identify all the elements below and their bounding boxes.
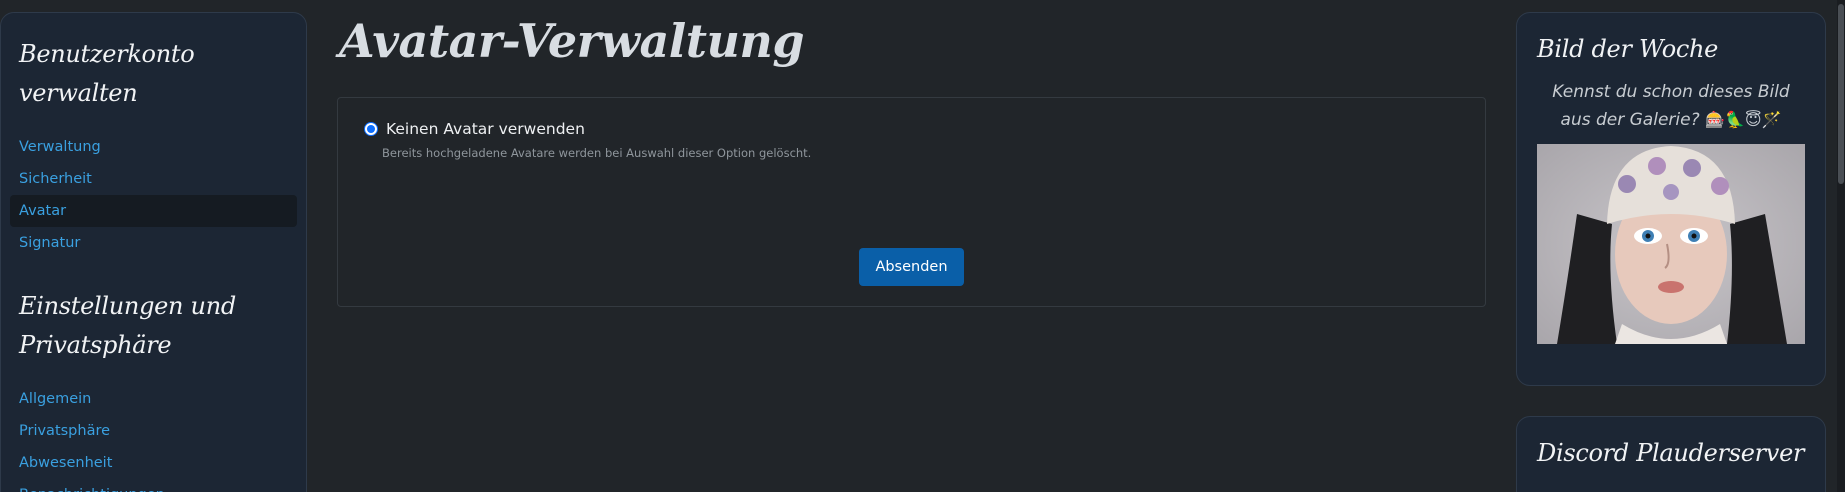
no-avatar-option: Keinen Avatar verwenden [364, 120, 585, 138]
sidebar-heading-settings: Einstellungen und Privatsphäre [19, 292, 236, 359]
sidebar-item-benachrichtigungen[interactable]: Benachrichtigungen [10, 479, 297, 492]
girl-portrait-icon [1537, 144, 1805, 344]
discord-heading: Discord Plauderserver [1537, 439, 1805, 467]
discord-panel: Discord Plauderserver [1516, 416, 1826, 492]
picture-of-week-panel: Bild der Woche Kennst du schon dieses Bi… [1516, 12, 1826, 386]
settings-menu: Allgemein Privatsphäre Abwesenheit Benac… [1, 383, 306, 492]
gallery-picture[interactable] [1537, 144, 1805, 344]
emoji-icons: 🎰🦜😇🪄 [1705, 110, 1782, 129]
no-avatar-radio[interactable] [364, 122, 378, 136]
sidebar-item-avatar[interactable]: Avatar [10, 195, 297, 227]
page-scrollbar[interactable] [1837, 0, 1845, 492]
main-content: Avatar-Verwaltung Keinen Avatar verwende… [337, 0, 1487, 307]
account-menu: Verwaltung Sicherheit Avatar Signatur [1, 131, 306, 259]
picture-of-week-heading: Bild der Woche [1537, 35, 1719, 63]
sidebar-heading-account: Benutzerkonto verwalten [19, 40, 195, 107]
scrollbar-thumb[interactable] [1838, 4, 1844, 184]
sidebar-item-signatur[interactable]: Signatur [10, 227, 297, 259]
no-avatar-label[interactable]: Keinen Avatar verwenden [386, 120, 585, 138]
page-title: Avatar-Verwaltung [339, 14, 805, 68]
submit-button[interactable]: Absenden [859, 248, 964, 286]
sidebar-item-abwesenheit[interactable]: Abwesenheit [10, 447, 297, 479]
sidebar-item-privatsphaere[interactable]: Privatsphäre [10, 415, 297, 447]
sidebar-item-allgemein[interactable]: Allgemein [10, 383, 297, 415]
account-sidebar: Benutzerkonto verwalten Verwaltung Siche… [0, 12, 307, 492]
picture-of-week-text: Kennst du schon dieses Bild aus der Gale… [1537, 79, 1805, 134]
avatar-form-card: Keinen Avatar verwenden Bereits hochgela… [337, 97, 1486, 307]
no-avatar-help-text: Bereits hochgeladene Avatare werden bei … [382, 146, 812, 160]
sidebar-item-sicherheit[interactable]: Sicherheit [10, 163, 297, 195]
sidebar-item-verwaltung[interactable]: Verwaltung [10, 131, 297, 163]
